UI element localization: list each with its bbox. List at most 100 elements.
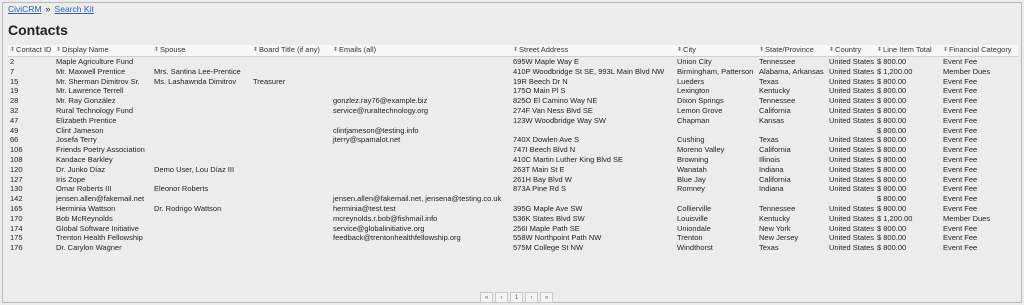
cell-emails — [331, 86, 511, 96]
cell-display-name: Omar Roberts III — [56, 184, 112, 194]
column-header-spouse[interactable]: ⬍Spouse — [152, 45, 251, 57]
cell-board-title — [251, 155, 331, 165]
cell-country: United States — [829, 243, 875, 253]
breadcrumb-separator: » — [45, 4, 51, 14]
cell-street-address: 558W Northpoint Path NW — [513, 233, 602, 243]
cell-city — [675, 194, 757, 204]
table-row: 127 Iris Zope 261H Bay Blvd W Blue Jay Calif… — [8, 174, 1018, 185]
cell-display-name: Dr. Junko Díaz — [56, 164, 106, 174]
cell-spouse: Demo User, Lou Díaz III — [154, 164, 235, 174]
cell-financial-category: Event Fee — [943, 96, 978, 106]
column-header-label: City — [683, 45, 696, 55]
results-table-container: ⬍Contact ID ⬍Display Name ⬍Spouse ⬍Board Ti… — [8, 45, 1018, 253]
cell-emails — [331, 243, 511, 253]
table-row: 49 Clint Jameson clintjameson@testing.info… — [8, 125, 1018, 136]
cell-line-item-total: $ 800.00 — [877, 184, 907, 194]
cell-board-title — [251, 194, 331, 204]
cell-financial-category: Event Fee — [943, 154, 978, 164]
cell-state-province: Texas — [759, 135, 779, 145]
cell-board-title — [251, 145, 331, 155]
cell-financial-category: Event Fee — [943, 115, 978, 125]
cell-spouse — [152, 135, 251, 145]
column-header-financial-category[interactable]: ⬍Financial Category — [941, 45, 1018, 57]
cell-state-province: Tennessee — [759, 203, 796, 213]
column-header-board-title[interactable]: ⬍Board Title (if any) — [251, 45, 331, 57]
cell-state-province: Indiana — [759, 184, 784, 194]
cell-board-title — [251, 57, 331, 67]
column-header-emails[interactable]: ⬍Emails (all) — [331, 45, 511, 57]
pager-last-button[interactable]: » — [540, 292, 553, 303]
cell-city: Collierville — [677, 203, 712, 213]
table-row: 32 Rural Technology Fund service@ruraltech… — [8, 105, 1018, 116]
cell-state-province — [757, 126, 827, 136]
cell-spouse: Ms. Lashawnda Dimitrov — [154, 76, 237, 86]
cell-street-address: 263T Main St E — [513, 164, 565, 174]
pager-first-button[interactable]: « — [480, 292, 493, 303]
cell-financial-category: Event Fee — [943, 184, 978, 194]
column-header-contact-id[interactable]: ⬍Contact ID — [8, 45, 54, 57]
cell-board-title — [251, 116, 331, 126]
column-header-line-item-total[interactable]: ⬍Line Item Total — [875, 45, 941, 57]
column-header-country[interactable]: ⬍Country — [827, 45, 875, 57]
cell-country: United States — [829, 135, 875, 145]
column-header-label: Contact ID — [16, 45, 52, 55]
cell-street-address: 410C Martin Luther King Blvd SE — [513, 154, 624, 164]
table-row: 120 Dr. Junko Díaz Demo User, Lou Díaz III… — [8, 164, 1018, 175]
column-header-label: Board Title (if any) — [259, 45, 320, 55]
cell-emails: clintjameson@testing.info — [333, 125, 419, 135]
cell-spouse — [152, 155, 251, 165]
sort-icon: ⬍ — [829, 47, 835, 54]
column-header-label: Country — [835, 45, 862, 55]
cell-spouse — [152, 194, 251, 204]
cell-contact-id: 15 — [10, 76, 19, 86]
sort-icon: ⬍ — [56, 47, 62, 54]
cell-display-name: Elizabeth Prentice — [56, 115, 117, 125]
column-header-street-address[interactable]: ⬍Street Address — [511, 45, 675, 57]
pager-next-button[interactable]: › — [525, 292, 538, 303]
cell-board-title — [251, 204, 331, 214]
cell-emails: gonzlez.ray76@example.biz — [333, 96, 428, 106]
cell-board-title — [251, 126, 331, 136]
cell-state-province: Tennessee — [759, 96, 796, 106]
cell-emails — [331, 116, 511, 126]
sort-icon: ⬍ — [877, 47, 883, 54]
cell-city: Union City — [677, 57, 712, 66]
table-row: 19 Mr. Lawrence Terrell 175O Main Pl S Lexi… — [8, 86, 1018, 97]
column-header-display-name[interactable]: ⬍Display Name — [54, 45, 152, 57]
pager-prev-button[interactable]: ‹ — [495, 292, 508, 303]
cell-state-province: Indiana — [759, 164, 784, 174]
cell-street-address: 575M College St NW — [513, 243, 584, 253]
column-header-city[interactable]: ⬍City — [675, 45, 757, 57]
cell-emails: jensen.allen@fakemail.net, jensena@testi… — [333, 194, 502, 204]
cell-board-title — [251, 243, 331, 253]
cell-street-address: 873A Pine Rd S — [513, 184, 566, 194]
breadcrumb-civicrm-link[interactable]: CiviCRM — [8, 4, 42, 14]
cell-display-name: Maple Agriculture Fund — [56, 57, 134, 66]
cell-display-name: jensen.allen@fakemail.net — [56, 194, 145, 204]
cell-spouse: Mrs. Santina Lee-Prentice — [154, 66, 241, 76]
table-row: 174 Global Software Initiative service@glo… — [8, 223, 1018, 234]
cell-spouse: Dr. Rodrigo Wattson — [154, 203, 222, 213]
pager-page-1-button[interactable]: 1 — [510, 292, 523, 303]
cell-city: Chapman — [677, 115, 710, 125]
cell-board-title — [251, 96, 331, 106]
cell-board-title — [251, 175, 331, 185]
breadcrumb-search-kit-link[interactable]: Search Kit — [55, 4, 94, 14]
cell-country: United States — [829, 233, 875, 243]
cell-line-item-total: $ 800.00 — [877, 164, 907, 174]
table-row: 130 Omar Roberts III Eleonor Roberts 873A P… — [8, 184, 1018, 195]
column-header-label: Financial Category — [949, 45, 1012, 55]
cell-country: United States — [829, 105, 875, 115]
column-header-state-province[interactable]: ⬍State/Province — [757, 45, 827, 57]
cell-contact-id: 170 — [10, 213, 23, 223]
cell-contact-id: 175 — [10, 233, 23, 243]
cell-board-title — [251, 233, 331, 243]
cell-country: United States — [829, 145, 875, 155]
cell-contact-id: 49 — [10, 125, 19, 135]
cell-financial-category: Event Fee — [943, 125, 978, 135]
pagination: «‹ 1 ›» — [480, 292, 553, 303]
cell-emails — [331, 145, 511, 155]
cell-city: Lexington — [677, 86, 710, 96]
cell-contact-id: 19 — [10, 86, 19, 96]
cell-country: United States — [829, 213, 875, 223]
